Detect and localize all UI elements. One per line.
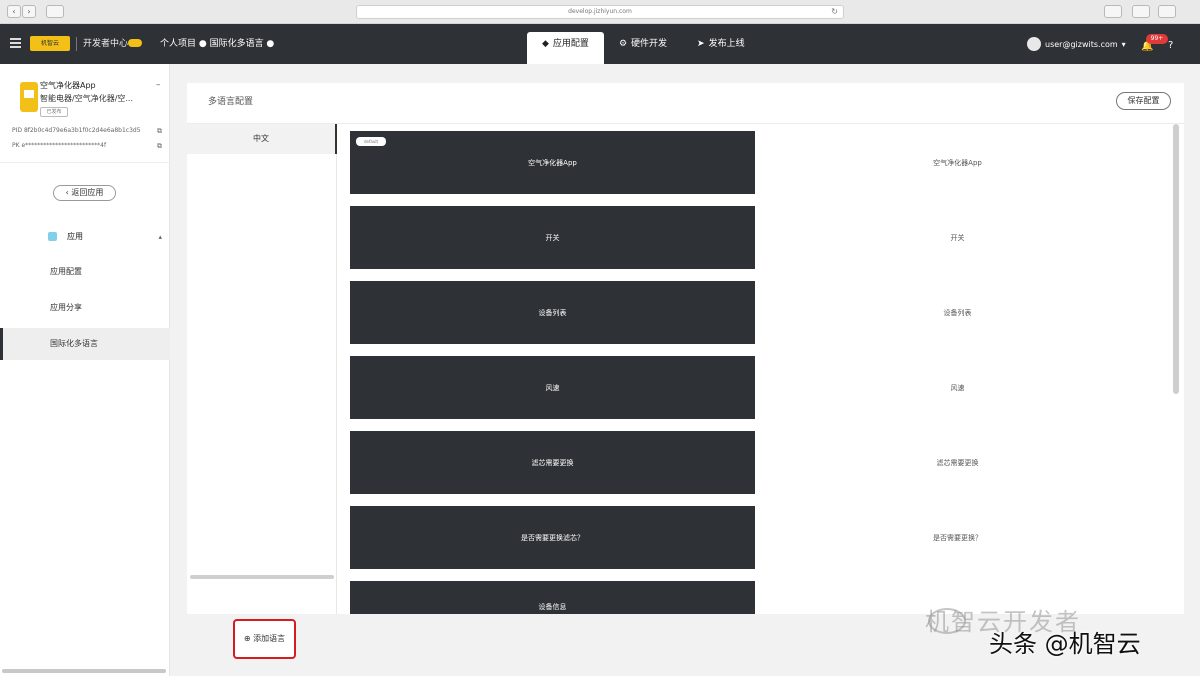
main-tabs: ◆ 应用配置 ⚙ 硬件开发 ➤ 发布上线 — [527, 32, 760, 64]
chevron-down-icon: ▾ — [1121, 39, 1126, 49]
add-language-button[interactable]: ⊕ 添加语言 — [233, 619, 296, 659]
translation-row: 滤芯需要更换 滤芯需要更换 — [350, 431, 1170, 494]
translation-row: 设备列表 设备列表 — [350, 281, 1170, 344]
pk-value: e*************************4f — [21, 142, 107, 149]
translation-key: 风速 — [350, 356, 755, 419]
send-icon: ➤ — [697, 39, 705, 49]
translation-key: default 空气净化器App — [350, 131, 755, 194]
language-list: 中文 ⊕ 添加语言 — [187, 124, 337, 659]
address-bar[interactable]: develop.jizhiyun.com ↻ — [356, 5, 844, 19]
sidebar-item-i18n[interactable]: 国际化多语言 — [0, 328, 170, 360]
product-icon — [20, 82, 38, 112]
product-category: 智能电器/空气净化器/空... — [40, 94, 134, 103]
translation-row: 风速 风速 — [350, 356, 1170, 419]
reload-icon[interactable]: ↻ — [831, 6, 838, 18]
tab-hardware-dev[interactable]: ⚙ 硬件开发 — [604, 32, 682, 64]
scrollbar[interactable] — [190, 575, 334, 579]
pk-row: PK e*************************4f ⧉ — [12, 141, 162, 151]
share-icon[interactable] — [1132, 5, 1150, 18]
developer-center-label[interactable]: 开发者中心 — [83, 37, 128, 51]
back-to-app-button[interactable]: ‹ 返回应用 — [53, 185, 116, 201]
user-menu[interactable]: user@gizwits.com ▾ — [1027, 37, 1126, 51]
translation-key: 开关 — [350, 206, 755, 269]
translation-key: 设备列表 — [350, 281, 755, 344]
translation-key: 滤芯需要更换 — [350, 431, 755, 494]
sidebar-group-app[interactable]: 应用 ▴ — [48, 230, 162, 244]
user-email: user@gizwits.com — [1045, 39, 1118, 49]
pid-value: 8f2b0c4d79e6a3b1f0c2d4e6a8b1c3d5 — [23, 127, 141, 134]
tab-label: 发布上线 — [708, 39, 745, 49]
page-title: 多语言配置 — [208, 97, 254, 107]
pk-label: PK — [12, 142, 20, 149]
collapse-icon[interactable]: – — [156, 80, 161, 90]
sidebar-group-label: 应用 — [67, 232, 83, 241]
scrollbar[interactable] — [1173, 124, 1179, 394]
translation-row: 开关 开关 — [350, 206, 1170, 269]
hamburger-menu-icon[interactable] — [10, 38, 21, 48]
language-item-chinese[interactable]: 中文 — [187, 124, 337, 154]
forward-button[interactable]: › — [22, 5, 36, 18]
translation-row: 是否需要更换滤芯？ 是否需要更换？ — [350, 506, 1170, 569]
divider — [0, 162, 170, 163]
pid-row: PID 8f2b0c4d79e6a3b1f0c2d4e6a8b1c3d5 ⧉ — [12, 126, 162, 136]
tab-label: 应用配置 — [552, 39, 589, 49]
translation-value[interactable]: 滤芯需要更换 — [755, 431, 1160, 494]
translation-key: 设备信息 — [350, 581, 755, 614]
sidebar-item-app-config[interactable]: 应用配置 — [0, 256, 170, 288]
app-icon — [48, 232, 57, 241]
gear-icon: ⚙ — [618, 39, 628, 49]
copy-icon[interactable]: ⧉ — [157, 141, 162, 151]
product-name: 空气净化器App — [40, 81, 96, 90]
chevron-up-icon: ▴ — [158, 233, 162, 241]
translation-value[interactable]: 是否需要更换？ — [755, 506, 1160, 569]
translation-row: default 空气净化器App 空气净化器App — [350, 131, 1170, 194]
diamond-icon: ◆ — [542, 39, 549, 49]
translation-value[interactable]: 风速 — [755, 356, 1160, 419]
tab-publish[interactable]: ➤ 发布上线 — [682, 32, 760, 64]
notification-badge: 99+ — [1146, 34, 1168, 44]
tab-label: 硬件开发 — [631, 39, 668, 49]
brand-logo[interactable]: 机智云 — [30, 36, 70, 51]
translation-value[interactable]: 开关 — [755, 206, 1160, 269]
download-icon[interactable] — [1104, 5, 1122, 18]
main-panel: 多语言配置 保存配置 中文 ⊕ 添加语言 default 空气净化器App 空气… — [187, 83, 1184, 659]
tab-app-config[interactable]: ◆ 应用配置 — [527, 32, 604, 64]
sidebar-item-app-share[interactable]: 应用分享 — [0, 292, 170, 324]
help-icon[interactable]: ? — [1168, 40, 1173, 51]
copy-icon[interactable]: ⧉ — [157, 126, 162, 136]
top-navigation: 机智云 开发者中心 个人项目 ● 国际化多语言 ● ◆ 应用配置 ⚙ 硬件开发 ➤ 发… — [0, 24, 1200, 64]
key-text: 空气净化器App — [528, 158, 577, 167]
status-badge: 已发布 — [40, 107, 68, 117]
project-breadcrumb[interactable]: 个人项目 ● 国际化多语言 ● — [160, 36, 274, 52]
browser-toolbar: ‹ › develop.jizhiyun.com ↻ — [0, 0, 1200, 24]
sidebar: 空气净化器App 智能电器/空气净化器/空... 已发布 – PID 8f2b0… — [0, 64, 170, 676]
scrollbar[interactable] — [2, 669, 166, 673]
pid-label: PID — [12, 127, 23, 134]
url-text: develop.jizhiyun.com — [568, 8, 632, 15]
watermark-source: 头条 @机智云 — [989, 630, 1141, 658]
avatar — [1027, 37, 1041, 51]
divider — [76, 37, 77, 51]
translation-value[interactable]: 设备列表 — [755, 281, 1160, 344]
back-button[interactable]: ‹ — [7, 5, 21, 18]
toggle-pill-icon[interactable] — [128, 39, 142, 47]
translation-key: 是否需要更换滤芯？ — [350, 506, 755, 569]
sidebar-toggle-icon[interactable] — [46, 5, 64, 18]
translation-value[interactable]: 空气净化器App — [755, 131, 1160, 194]
default-tag: default — [356, 137, 386, 146]
save-config-button[interactable]: 保存配置 — [1116, 92, 1171, 110]
new-tab-icon[interactable] — [1158, 5, 1176, 18]
